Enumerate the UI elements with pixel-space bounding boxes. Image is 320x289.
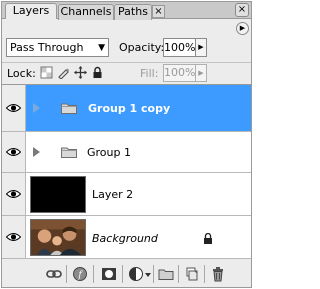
new-group-icon[interactable] [158, 266, 174, 282]
tab-channels[interactable]: Channels [58, 4, 114, 20]
layer-mask-icon[interactable] [101, 266, 117, 282]
layer-row-group-1-copy[interactable]: Group 1 copy [2, 85, 251, 132]
layer-name: Background [92, 232, 158, 245]
eye-icon[interactable] [6, 147, 21, 157]
visibility-cell[interactable] [2, 173, 26, 215]
tab-layers[interactable]: Layers [5, 3, 57, 19]
adjustment-layer-icon[interactable] [128, 266, 144, 282]
divider [153, 265, 154, 283]
fill-input[interactable]: 100% [163, 64, 196, 82]
trash-icon[interactable] [210, 266, 226, 282]
layer-row-background[interactable]: Background [2, 216, 251, 259]
link-layers-icon[interactable] [46, 266, 62, 282]
blend-mode-value: Pass Through [10, 41, 84, 54]
lock-image-icon[interactable] [57, 66, 70, 79]
layer-thumbnail [30, 219, 86, 256]
opacity-input[interactable]: 100% [163, 38, 196, 57]
tab-paths[interactable]: Paths [114, 4, 152, 20]
layer-name: Layer 2 [92, 188, 134, 201]
lock-position-icon[interactable] [74, 66, 87, 79]
divider [66, 265, 67, 283]
fill-slider-icon[interactable]: ▶ [196, 64, 207, 82]
layers-list: Group 1 copy Group 1 Layer 2 Background [2, 84, 251, 259]
divider [204, 265, 205, 283]
blend-mode-select[interactable]: Pass Through ▼ [6, 38, 109, 57]
layer-row-group-1[interactable]: Group 1 [2, 132, 251, 173]
eye-icon[interactable] [6, 103, 21, 113]
layer-name: Group 1 copy [88, 102, 171, 115]
lock-icon [204, 233, 212, 244]
chevron-down-icon: ▼ [98, 43, 105, 53]
visibility-cell[interactable] [2, 216, 26, 258]
divider [2, 62, 251, 63]
folder-icon [61, 147, 77, 158]
layer-style-icon[interactable]: f [72, 266, 88, 282]
divider [122, 265, 123, 283]
tab-close-icon[interactable]: × [152, 5, 165, 18]
layer-row-layer-2[interactable]: Layer 2 [2, 173, 251, 216]
layer-thumbnail [30, 176, 86, 213]
divider [93, 265, 94, 283]
opacity-label: Opacity: [119, 41, 165, 54]
lock-transparent-icon[interactable] [40, 66, 53, 79]
lock-all-icon[interactable] [91, 66, 104, 79]
eye-icon[interactable] [6, 189, 21, 199]
panel-menu-icon[interactable]: ▶ [236, 22, 249, 35]
eye-icon[interactable] [6, 232, 21, 242]
expand-arrow-icon[interactable] [33, 147, 40, 157]
fill-label: Fill: [140, 67, 159, 80]
new-layer-icon[interactable] [184, 266, 200, 282]
panel-close-icon[interactable]: × [235, 3, 249, 17]
layer-name: Group 1 [87, 146, 131, 159]
layers-panel: Layers Channels Paths × × ▶ Pass Through… [1, 1, 252, 288]
folder-icon [61, 103, 77, 114]
chevron-down-icon[interactable] [145, 273, 151, 277]
opacity-slider-icon[interactable]: ▶ [196, 38, 207, 57]
divider [178, 265, 179, 283]
visibility-cell[interactable] [2, 132, 26, 172]
visibility-cell[interactable] [2, 85, 26, 131]
lock-label: Lock: [7, 67, 36, 80]
tab-strip: Layers Channels Paths × × [2, 2, 251, 20]
layers-toolbar: f [2, 259, 251, 287]
expand-arrow-icon[interactable] [33, 103, 40, 113]
